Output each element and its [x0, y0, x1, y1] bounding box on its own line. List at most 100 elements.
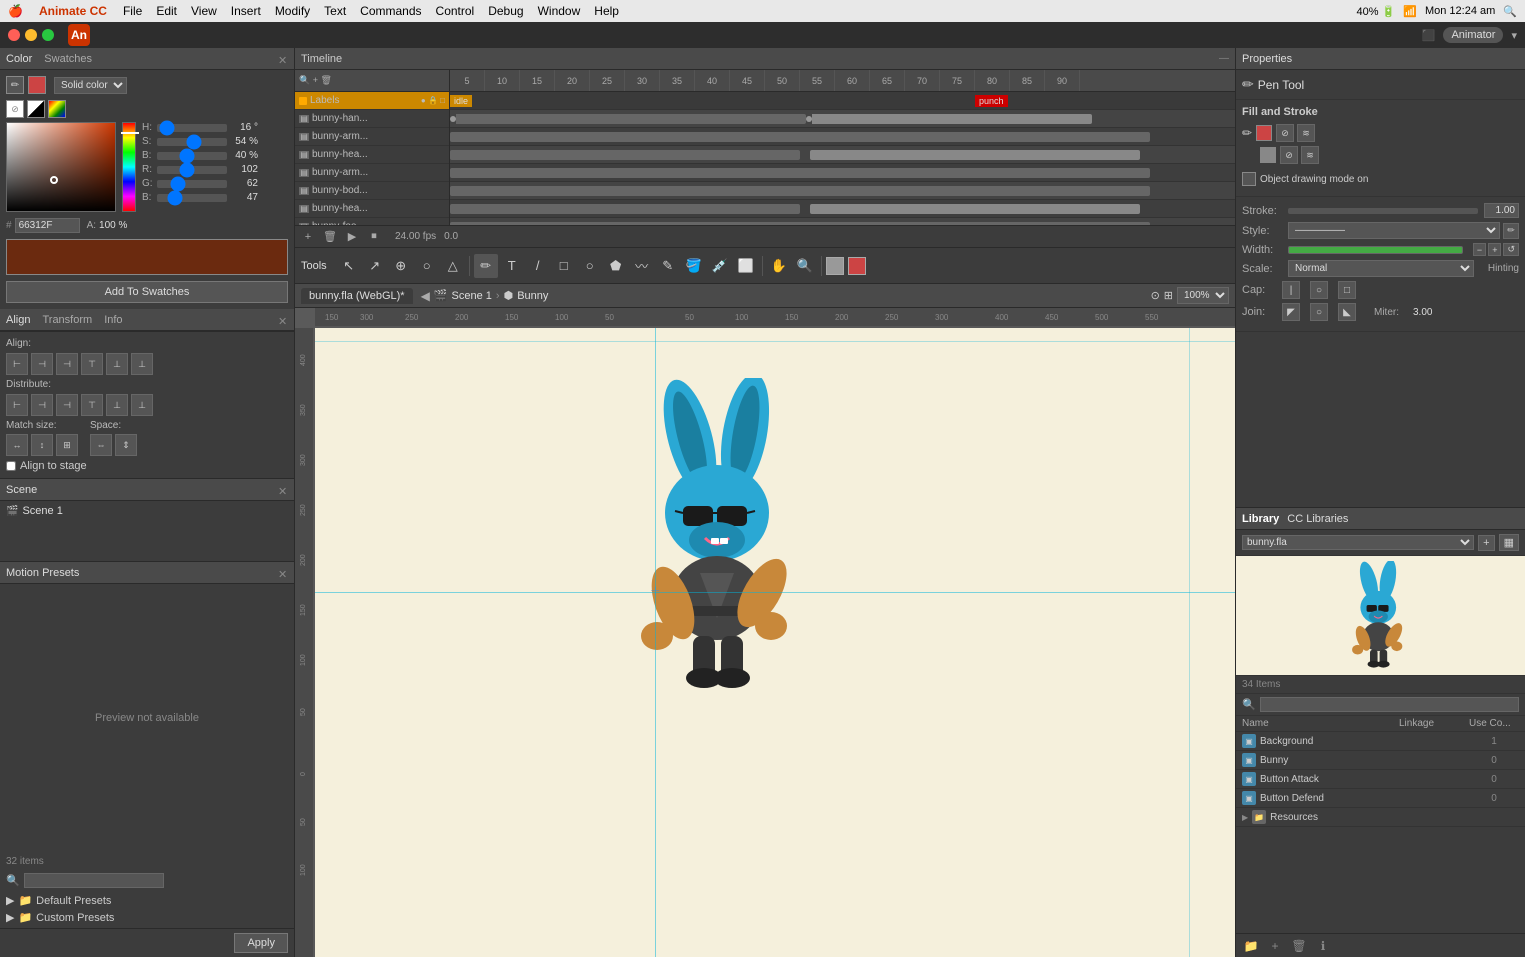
- match-both-button[interactable]: ⊞: [56, 434, 78, 456]
- menu-debug[interactable]: Debug: [488, 4, 523, 18]
- width-slider[interactable]: [1288, 246, 1463, 254]
- user-menu-arrow[interactable]: ▾: [1511, 29, 1517, 42]
- black-white-icon[interactable]: [27, 100, 45, 118]
- lasso-tool[interactable]: ○: [415, 254, 439, 278]
- play-button[interactable]: ▶: [343, 228, 361, 246]
- distribute-center-h-button[interactable]: ⊣: [31, 394, 53, 416]
- layer-labels-row[interactable]: Labels ● 🔒 □: [295, 92, 449, 110]
- info-tab[interactable]: Info: [104, 314, 122, 326]
- scale-select[interactable]: Normal: [1288, 260, 1474, 277]
- align-left-button[interactable]: ⊢: [6, 353, 28, 375]
- polygon-tool[interactable]: △: [441, 254, 465, 278]
- selection-tool[interactable]: ↖: [337, 254, 361, 278]
- menu-window[interactable]: Window: [538, 4, 581, 18]
- lib-new-folder-button[interactable]: 📁: [1242, 937, 1260, 955]
- motion-folder-custom[interactable]: ▶ 📁 Custom Presets: [6, 909, 288, 926]
- distribute-left-button[interactable]: ⊢: [6, 394, 28, 416]
- timeline-collapse-icon[interactable]: —: [1219, 53, 1229, 64]
- apple-menu[interactable]: 🍎: [8, 4, 23, 18]
- hex-input[interactable]: [15, 218, 80, 233]
- bright-slider[interactable]: [157, 152, 227, 160]
- menu-modify[interactable]: Modify: [275, 4, 310, 18]
- align-top-button[interactable]: ⊤: [81, 353, 103, 375]
- zoom-select[interactable]: 100% 150% 200% 75% 50%: [1177, 287, 1229, 304]
- space-h-button[interactable]: ⇔: [90, 434, 112, 456]
- lib-new-symbol-bottom-button[interactable]: +: [1266, 937, 1284, 955]
- menu-file[interactable]: File: [123, 4, 142, 18]
- scene-list-item[interactable]: 🎬 Scene 1: [6, 505, 288, 517]
- menu-text[interactable]: Text: [324, 4, 346, 18]
- delete-layer-button[interactable]: 🗑: [321, 228, 339, 246]
- hue-slider[interactable]: [157, 124, 227, 132]
- layer-row-4[interactable]: ▤ bunny-bod...: [295, 182, 449, 200]
- gradient-button[interactable]: ≋: [1297, 124, 1315, 142]
- close-button[interactable]: [8, 29, 20, 41]
- match-height-button[interactable]: ↕: [31, 434, 53, 456]
- rainbow-icon[interactable]: [48, 100, 66, 118]
- layer-row-0[interactable]: ▤ bunny-han...: [295, 110, 449, 128]
- transform-tab[interactable]: Transform: [42, 314, 92, 326]
- brush-tool[interactable]: ✎: [656, 254, 680, 278]
- fill-edit-icon[interactable]: ✏: [1242, 126, 1252, 140]
- cap-butt-button[interactable]: |: [1282, 281, 1300, 299]
- motion-close-icon[interactable]: ✕: [278, 568, 288, 578]
- no-fill-button[interactable]: ⊘: [1276, 124, 1294, 142]
- distribute-bottom-button[interactable]: ⊥: [131, 394, 153, 416]
- scene-close-icon[interactable]: ✕: [278, 485, 288, 495]
- eraser-tool[interactable]: ⬜: [734, 254, 758, 278]
- align-right-button[interactable]: ⊣: [56, 353, 78, 375]
- fill-color-swatch[interactable]: [28, 76, 46, 94]
- red-slider[interactable]: [157, 166, 227, 174]
- layer-row-5[interactable]: ▤ bunny-hea...: [295, 200, 449, 218]
- library-item-button-attack[interactable]: ▣ Button Attack 0: [1236, 770, 1525, 789]
- text-tool[interactable]: T: [500, 254, 524, 278]
- no-stroke-button[interactable]: ⊘: [1280, 146, 1298, 164]
- library-tab[interactable]: Library: [1242, 513, 1279, 525]
- sat-slider[interactable]: [157, 138, 227, 146]
- panel-close-icon[interactable]: ✕: [278, 54, 288, 64]
- stroke-color-picker[interactable]: [826, 257, 844, 275]
- layer-row-1[interactable]: ▤ bunny-arm...: [295, 128, 449, 146]
- align-center-v-button[interactable]: ⊥: [106, 353, 128, 375]
- join-miter-button[interactable]: ◤: [1282, 303, 1300, 321]
- rectangle-tool[interactable]: □: [552, 254, 576, 278]
- stop-button[interactable]: ⏹: [365, 228, 383, 246]
- poly-tool[interactable]: ⬟: [604, 254, 628, 278]
- join-round-button[interactable]: ○: [1310, 303, 1328, 321]
- fill-color-picker[interactable]: [848, 257, 866, 275]
- color-tab[interactable]: Color: [6, 53, 32, 65]
- layer-row-2[interactable]: ▤ bunny-hea...: [295, 146, 449, 164]
- user-badge[interactable]: Animator: [1443, 27, 1503, 43]
- pen-tool[interactable]: ✏: [474, 254, 498, 278]
- nav-back-button[interactable]: ◀: [421, 289, 430, 303]
- lib-properties-button[interactable]: ℹ: [1314, 937, 1332, 955]
- cap-square-button[interactable]: □: [1338, 281, 1356, 299]
- blue-slider[interactable]: [157, 194, 227, 202]
- cap-round-button[interactable]: ○: [1310, 281, 1328, 299]
- align-to-stage-checkbox[interactable]: [6, 461, 16, 471]
- align-center-h-button[interactable]: ⊣: [31, 353, 53, 375]
- maximize-button[interactable]: [42, 29, 54, 41]
- stroke-gradient-button[interactable]: ≋: [1301, 146, 1319, 164]
- add-to-swatches-button[interactable]: Add To Swatches: [6, 281, 288, 303]
- pencil-tool[interactable]: 〰: [630, 254, 654, 278]
- stage-tab[interactable]: bunny.fla (WebGL)*: [301, 288, 413, 304]
- search-icon[interactable]: 🔍: [1503, 5, 1517, 18]
- oval-tool[interactable]: ○: [578, 254, 602, 278]
- no-color-icon[interactable]: ⊘: [6, 100, 24, 118]
- menu-edit[interactable]: Edit: [156, 4, 177, 18]
- library-item-background[interactable]: ▣ Background 1: [1236, 732, 1525, 751]
- library-filter-button[interactable]: ▦: [1499, 534, 1519, 551]
- stage-canvas[interactable]: +: [315, 328, 1235, 957]
- width-reset-button[interactable]: ↺: [1503, 243, 1519, 256]
- align-tab[interactable]: Align: [6, 314, 30, 326]
- motion-folder-default[interactable]: ▶ 📁 Default Presets: [6, 892, 288, 909]
- library-item-button-defend[interactable]: ▣ Button Defend 0: [1236, 789, 1525, 808]
- library-item-bunny[interactable]: ▣ Bunny 0: [1236, 751, 1525, 770]
- menu-commands[interactable]: Commands: [360, 4, 421, 18]
- lib-delete-button[interactable]: 🗑: [1290, 937, 1308, 955]
- line-tool[interactable]: /: [526, 254, 550, 278]
- hand-tool[interactable]: ✋: [767, 254, 791, 278]
- stroke-slider[interactable]: [1288, 208, 1478, 214]
- apply-button[interactable]: Apply: [234, 933, 288, 953]
